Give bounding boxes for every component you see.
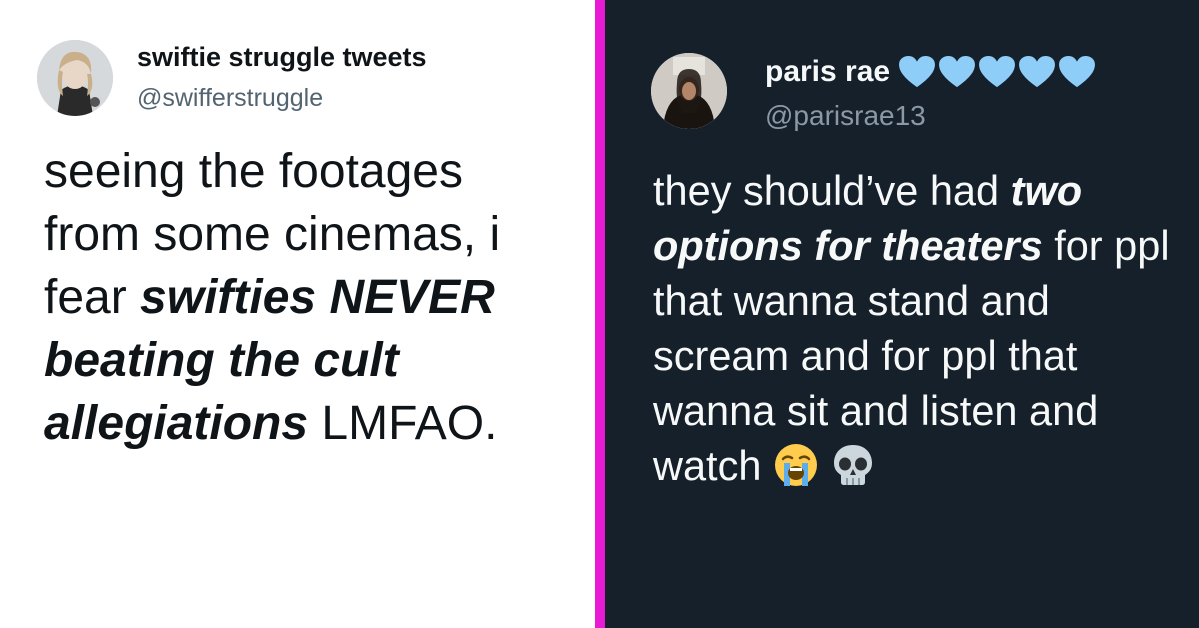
right-name-text: paris rae: [765, 55, 891, 88]
skull-icon: [834, 445, 873, 485]
blue-heart-icon: [979, 55, 1016, 88]
right-user-handle[interactable]: @parisrae13: [765, 100, 926, 132]
blue-hearts-group: [898, 55, 1096, 89]
right-display-name[interactable]: paris rae: [765, 55, 1096, 89]
loudly-crying-face-icon: [774, 444, 817, 486]
blue-heart-icon: [899, 55, 936, 88]
right-tweet-card: paris rae @parisrae13 they should’ve had…: [605, 0, 1199, 628]
right-text-part-1: they should’ve had: [653, 167, 1011, 214]
blue-heart-icon: [1019, 55, 1056, 88]
blue-heart-icon: [1059, 55, 1096, 88]
paris-rae-avatar[interactable]: [651, 53, 727, 129]
right-tweet-text: they should’ve had two options for theat…: [653, 163, 1183, 493]
panel-divider: [595, 0, 605, 628]
blue-heart-icon: [939, 55, 976, 88]
left-user-handle[interactable]: @swifferstruggle: [137, 84, 323, 113]
left-tweet-card: swiftie struggle tweets @swifferstruggle…: [0, 0, 595, 628]
left-display-name[interactable]: swiftie struggle tweets: [137, 42, 427, 73]
left-tweet-text: seeing the footages from some cinemas, i…: [44, 140, 564, 455]
swiftie-struggle-avatar[interactable]: [37, 40, 113, 116]
left-text-part-2: LMFAO.: [308, 397, 498, 450]
